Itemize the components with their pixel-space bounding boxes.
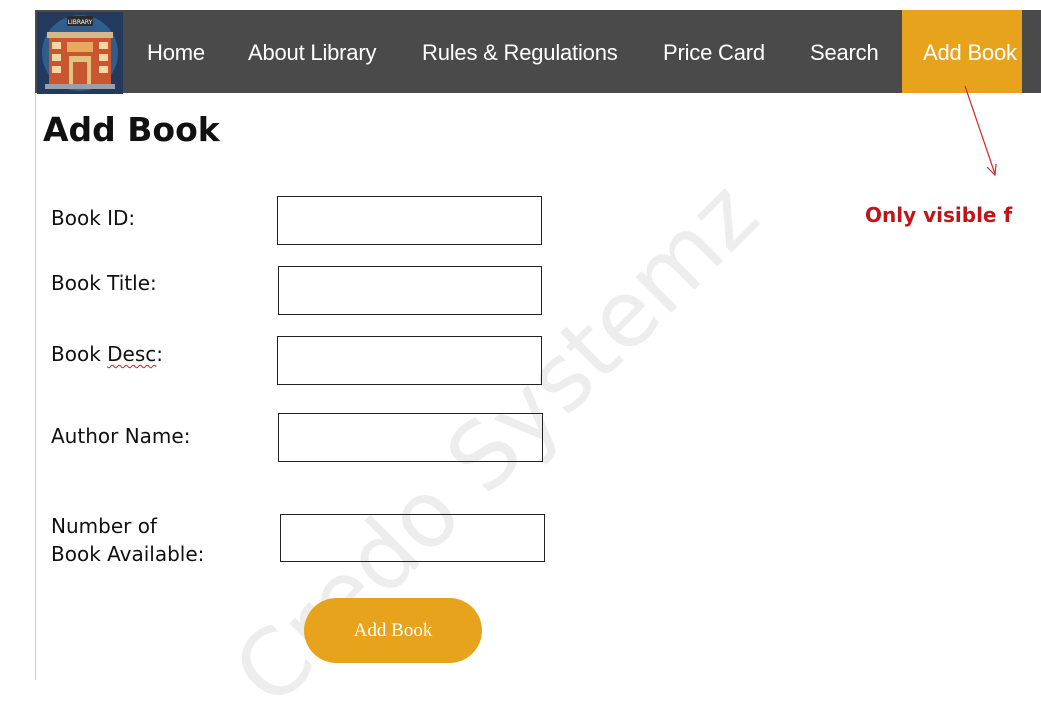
nav-add-book[interactable]: Add Book bbox=[902, 10, 1022, 93]
library-logo[interactable]: LIBRARY bbox=[37, 12, 123, 94]
book-id-input[interactable] bbox=[277, 196, 542, 245]
nav-price-card[interactable]: Price Card bbox=[663, 10, 765, 93]
book-title-input[interactable] bbox=[278, 266, 542, 315]
book-title-label: Book Title: bbox=[51, 271, 157, 295]
books-available-input[interactable] bbox=[280, 514, 545, 562]
book-desc-label: Book Desc: bbox=[51, 342, 164, 366]
page-title: Add Book bbox=[43, 110, 220, 149]
nav-about-library[interactable]: About Library bbox=[248, 10, 376, 93]
book-id-label: Book ID: bbox=[51, 206, 136, 230]
add-book-button[interactable]: Add Book bbox=[304, 598, 482, 663]
author-name-label: Author Name: bbox=[51, 424, 191, 448]
author-name-input[interactable] bbox=[278, 413, 543, 462]
spellcheck-word: Desc bbox=[107, 342, 157, 366]
books-available-label: Number of Book Available: bbox=[51, 514, 205, 566]
logo-text: LIBRARY bbox=[68, 19, 93, 26]
content-frame-border bbox=[35, 93, 36, 680]
book-desc-input[interactable] bbox=[277, 336, 542, 385]
library-building-icon: LIBRARY bbox=[42, 15, 118, 91]
annotation-note: Only visible f bbox=[865, 203, 1013, 227]
nav-search[interactable]: Search bbox=[810, 10, 879, 93]
nav-rules-regulations[interactable]: Rules & Regulations bbox=[422, 10, 618, 93]
nav-home[interactable]: Home bbox=[147, 10, 205, 93]
